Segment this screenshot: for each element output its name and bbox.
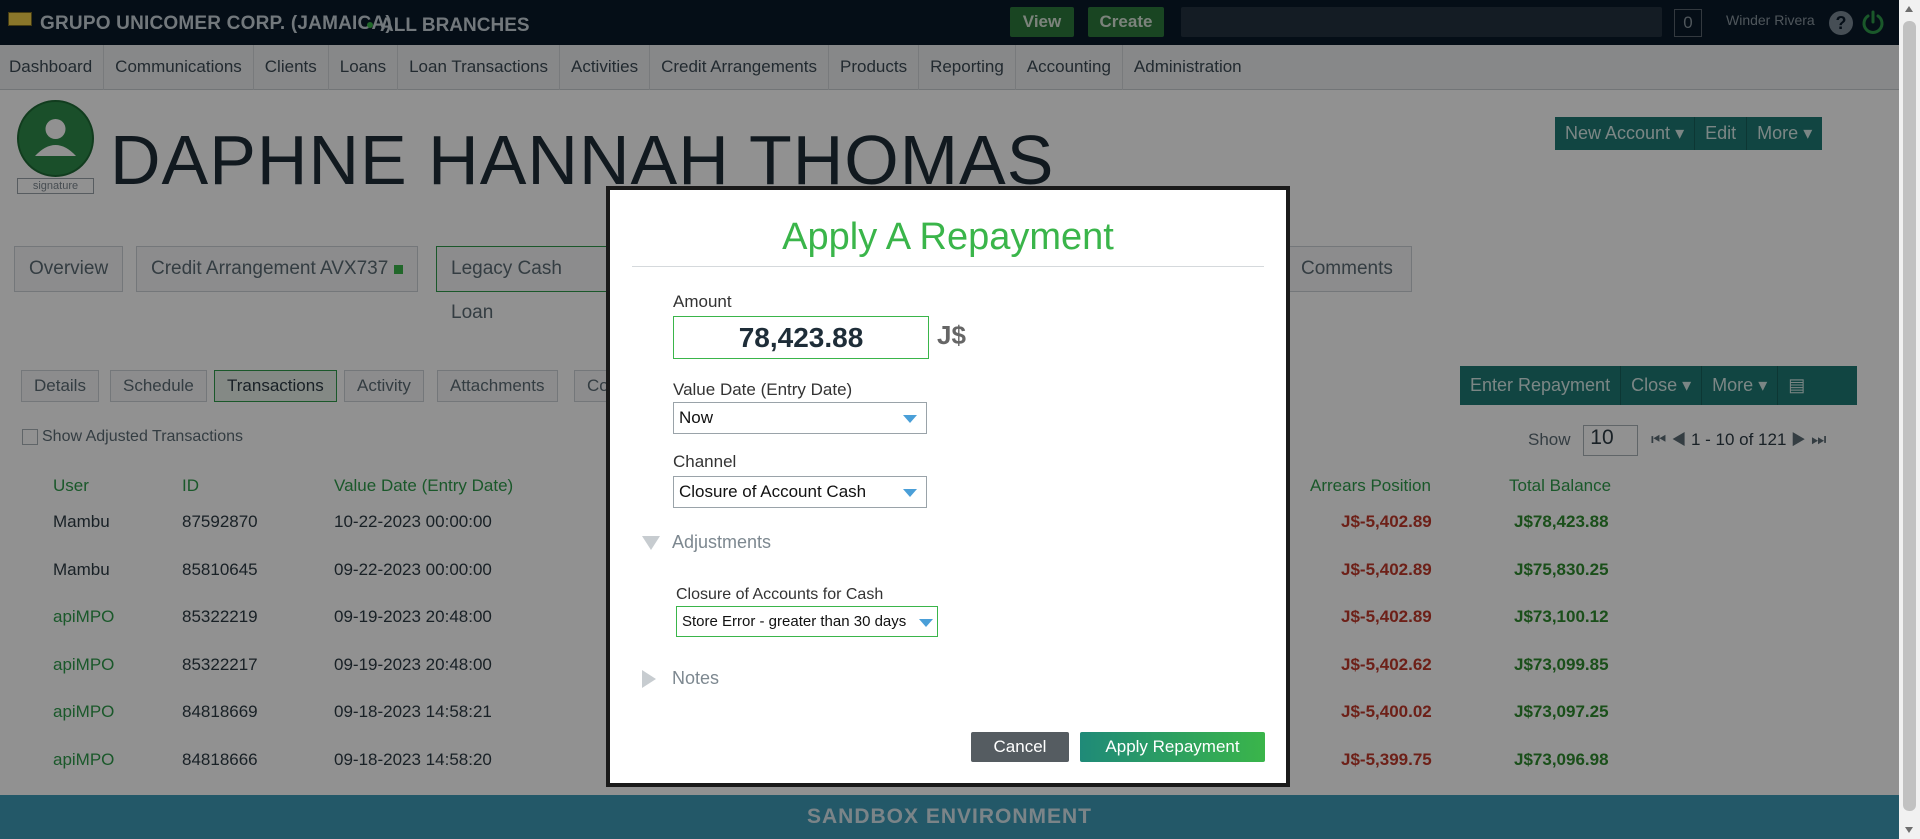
channel-value: Closure of Account Cash (679, 482, 867, 501)
closure-label: Closure of Accounts for Cash (676, 586, 884, 603)
channel-label: Channel (673, 452, 737, 471)
scrollbar-thumb[interactable] (1903, 21, 1916, 811)
scroll-down-icon[interactable] (1905, 827, 1913, 833)
value-date-value: Now (679, 408, 714, 427)
channel-select[interactable]: Closure of Account Cash (673, 476, 927, 508)
cancel-button[interactable]: Cancel (971, 732, 1069, 762)
notes-section-toggle[interactable]: Notes (642, 668, 719, 689)
divider (632, 266, 1264, 267)
scroll-up-icon[interactable] (1905, 6, 1913, 12)
closure-reason-select[interactable]: Store Error - greater than 30 days (676, 606, 938, 637)
dialog-title: Apply A Repayment (782, 216, 1114, 258)
value-date-select[interactable]: Now (673, 402, 927, 434)
adjustments-section-toggle[interactable]: Adjustments (642, 532, 771, 553)
currency-label: J$ (937, 320, 966, 350)
caret-down-icon (903, 489, 917, 497)
amount-label: Amount (673, 292, 732, 311)
adjustments-label: Adjustments (672, 532, 772, 552)
caret-down-icon (919, 619, 933, 627)
amount-input[interactable]: 78,423.88 (673, 316, 929, 359)
scrollbar[interactable] (1899, 0, 1920, 839)
apply-repayment-dialog: Apply A Repayment Amount 78,423.88 J$ Va… (606, 186, 1290, 787)
apply-repayment-button[interactable]: Apply Repayment (1080, 732, 1265, 762)
notes-label: Notes (672, 668, 720, 688)
triangle-down-icon (642, 536, 660, 551)
triangle-right-icon (642, 670, 656, 689)
caret-down-icon (903, 415, 917, 423)
value-date-label: Value Date (Entry Date) (673, 380, 853, 399)
closure-value: Store Error - greater than 30 days (682, 613, 907, 630)
